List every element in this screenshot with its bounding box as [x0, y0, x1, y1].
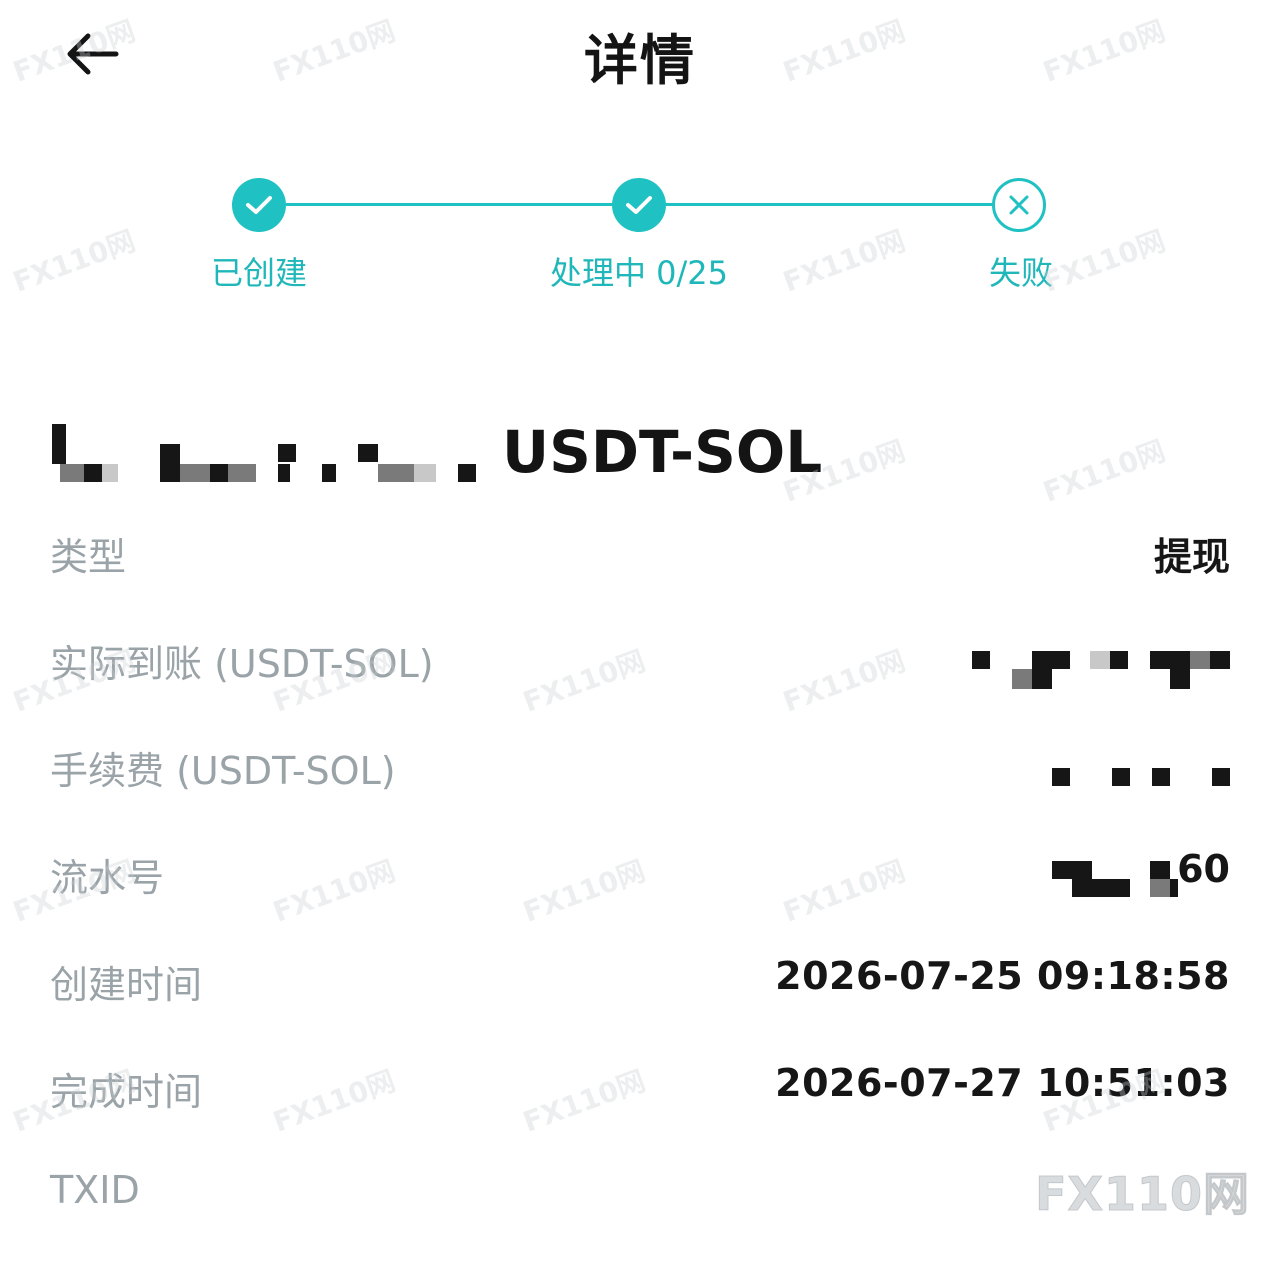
amount-heading: USDT-SOL	[50, 418, 1230, 488]
detail-label: 完成时间	[50, 1070, 203, 1114]
step-created-label: 已创建	[210, 254, 308, 292]
detail-row-serial: 流水号 60	[50, 833, 1230, 940]
detail-row-created-time: 创建时间 2026-07-25 09:18:58	[50, 940, 1230, 1047]
detail-list: 类型 提现 实际到账 (USDT-SOL) 手续费 (USDT-SOL) 流水号	[50, 512, 1230, 1261]
detail-label: 类型	[50, 535, 127, 579]
detail-label: 手续费 (USDT-SOL)	[50, 749, 396, 793]
step-failed-node	[992, 178, 1046, 232]
redacted-amount	[50, 418, 480, 488]
close-icon	[1009, 195, 1029, 215]
detail-label: TXID	[50, 1168, 140, 1212]
detail-row-fee: 手续费 (USDT-SOL)	[50, 726, 1230, 833]
check-icon	[626, 196, 652, 214]
detail-value: 提现	[1153, 535, 1230, 579]
step-processing-node	[612, 178, 666, 232]
progress-stepper: 已创建 处理中 0/25 失败	[0, 170, 1280, 300]
step-failed-label: 失败	[988, 254, 1054, 292]
detail-label: 流水号	[50, 856, 165, 900]
step-created-node	[232, 178, 286, 232]
detail-row-completed-time: 完成时间 2026-07-27 10:51:03	[50, 1047, 1230, 1154]
detail-value: 60	[1177, 847, 1230, 891]
detail-value: 2026-07-25 09:18:58	[775, 954, 1230, 998]
redacted-value	[1050, 752, 1230, 802]
check-icon	[246, 196, 272, 214]
detail-row-received: 实际到账 (USDT-SOL)	[50, 619, 1230, 726]
redacted-value	[970, 645, 1230, 695]
amount-unit: USDT-SOL	[502, 418, 823, 486]
step-connector	[666, 203, 992, 206]
detail-label: 创建时间	[50, 963, 203, 1007]
step-processing-label: 处理中 0/25	[549, 254, 729, 292]
watermark-logo: FX110网	[1035, 1167, 1250, 1222]
detail-row-type: 类型 提现	[50, 512, 1230, 619]
detail-value: 2026-07-27 10:51:03	[775, 1061, 1230, 1105]
detail-label: 实际到账 (USDT-SOL)	[50, 642, 434, 686]
step-connector	[286, 203, 612, 206]
page-title: 详情	[584, 29, 696, 92]
